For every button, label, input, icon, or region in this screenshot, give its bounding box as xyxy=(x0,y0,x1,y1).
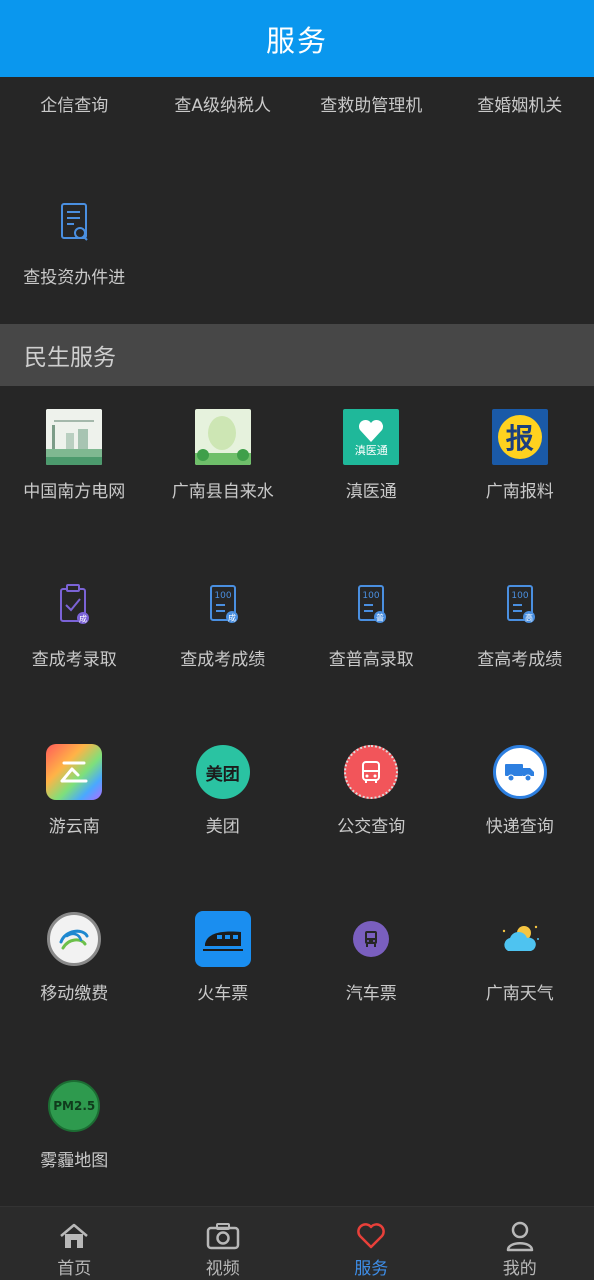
service-label-marriage-agency[interactable]: 查婚姻机关 xyxy=(446,77,594,135)
service-label: 雾霾地图 xyxy=(40,1151,109,1171)
service-label: 查成考录取 xyxy=(31,650,117,670)
service-you-yunnan[interactable]: 游云南 xyxy=(0,744,149,837)
service-meituan[interactable]: 美团 美团 xyxy=(149,744,298,837)
heart-icon xyxy=(354,1219,388,1253)
tab-video[interactable]: 视频 xyxy=(149,1207,298,1280)
service-high-school-admission[interactable]: 100 普 查普高录取 xyxy=(297,577,446,670)
svg-text:高: 高 xyxy=(525,613,533,623)
service-gaokao-score[interactable]: 100 高 查高考成绩 xyxy=(446,577,594,670)
service-mobile-payment[interactable]: 移动缴费 xyxy=(0,911,149,1004)
service-label-a-taxpayer[interactable]: 查A级纳税人 xyxy=(149,77,298,135)
service-label: 广南报料 xyxy=(485,482,554,502)
service-bus-ticket[interactable]: 汽车票 xyxy=(297,911,446,1004)
service-bus-query[interactable]: 公交查询 xyxy=(297,744,446,837)
score-report-icon: 100 高 xyxy=(492,577,548,633)
service-bao-report[interactable]: 报 广南报料 xyxy=(446,409,594,502)
service-label: 美团 xyxy=(205,817,240,837)
home-icon xyxy=(57,1219,91,1253)
bao-report-icon: 报 xyxy=(491,409,548,465)
page-title: 服务 xyxy=(265,23,328,58)
svg-text:成: 成 xyxy=(228,613,236,623)
bus-query-icon xyxy=(343,744,399,800)
pm25-text: PM2.5 xyxy=(53,1099,96,1113)
service-label: 游云南 xyxy=(48,817,100,837)
service-label: 汽车票 xyxy=(345,984,397,1004)
service-water-utility[interactable]: 广南县自来水 xyxy=(149,409,298,502)
water-utility-thumbnail xyxy=(194,409,251,465)
service-label: 广南县自来水 xyxy=(171,482,274,502)
service-label: 移动缴费 xyxy=(40,984,109,1004)
service-investment-progress[interactable]: 查投资办件进 xyxy=(0,195,149,288)
train-icon xyxy=(194,911,251,967)
dianyitong-text: 滇医通 xyxy=(354,443,388,457)
service-smog-map[interactable]: PM2.5 雾霾地图 xyxy=(0,1078,149,1171)
service-label: 中国南方电网 xyxy=(23,482,126,502)
clipboard-check-icon: 成 xyxy=(46,577,102,633)
user-icon xyxy=(503,1219,537,1253)
service-adult-exam-admission[interactable]: 成 查成考录取 xyxy=(0,577,149,670)
svg-text:普: 普 xyxy=(376,613,384,623)
tab-service[interactable]: 服务 xyxy=(297,1207,446,1280)
service-label: 快递查询 xyxy=(485,817,554,837)
tab-label: 我的 xyxy=(502,1259,537,1279)
pm25-icon: PM2.5 xyxy=(46,1078,102,1134)
service-label: 查投资办件进 xyxy=(23,268,126,288)
service-weather[interactable]: 广南天气 xyxy=(446,911,594,1004)
delivery-truck-icon xyxy=(492,744,548,800)
service-label: 广南天气 xyxy=(485,984,554,1004)
dianyitong-logo-icon: 滇医通 xyxy=(343,409,400,465)
service-delivery-query[interactable]: 快递查询 xyxy=(446,744,594,837)
document-search-icon xyxy=(46,195,102,251)
svg-text:成: 成 xyxy=(79,614,87,624)
service-label: 查高考成绩 xyxy=(477,650,563,670)
service-label: 火车票 xyxy=(197,984,249,1004)
bus-ticket-icon xyxy=(343,911,399,967)
you-yunnan-logo-icon xyxy=(46,744,103,800)
score-report-icon: 100 成 xyxy=(195,577,251,633)
tab-label: 服务 xyxy=(354,1259,389,1279)
service-dianyitong[interactable]: 滇医通 滇医通 xyxy=(297,409,446,502)
china-mobile-icon xyxy=(46,911,102,967)
service-adult-exam-score[interactable]: 100 成 查成考成绩 xyxy=(149,577,298,670)
service-label-relief-agency[interactable]: 查救助管理机 xyxy=(297,77,446,135)
section-header-livelihood: 民生服务 xyxy=(0,324,594,386)
service-train-ticket[interactable]: 火车票 xyxy=(149,911,298,1004)
service-power-grid[interactable]: 中国南方电网 xyxy=(0,409,149,502)
service-label: 查普高录取 xyxy=(328,650,414,670)
top-service-row: 企信查询 查A级纳税人 查救助管理机 查婚姻机关 xyxy=(0,77,594,135)
service-label: 公交查询 xyxy=(337,817,406,837)
meituan-logo-icon: 美团 xyxy=(195,744,251,800)
tab-mine[interactable]: 我的 xyxy=(446,1207,594,1280)
score-report-icon: 100 普 xyxy=(343,577,399,633)
svg-text:100: 100 xyxy=(363,591,380,601)
svg-text:100: 100 xyxy=(511,591,528,601)
tab-label: 视频 xyxy=(205,1259,240,1279)
power-grid-thumbnail xyxy=(46,409,103,465)
tab-label: 首页 xyxy=(57,1259,92,1279)
service-label-enterprise-query[interactable]: 企信查询 xyxy=(0,77,149,135)
meituan-text: 美团 xyxy=(205,764,240,785)
camera-icon xyxy=(206,1219,240,1253)
weather-icon xyxy=(492,911,548,967)
tab-home[interactable]: 首页 xyxy=(0,1207,149,1280)
service-label: 查成考成绩 xyxy=(180,650,266,670)
bao-text: 报 xyxy=(505,422,534,455)
section-title: 民生服务 xyxy=(24,345,116,371)
service-label: 滇医通 xyxy=(345,482,397,502)
svg-text:100: 100 xyxy=(214,591,231,601)
bottom-tab-bar: 首页 视频 服务 我的 xyxy=(0,1206,594,1280)
page-header: 服务 xyxy=(0,0,594,77)
